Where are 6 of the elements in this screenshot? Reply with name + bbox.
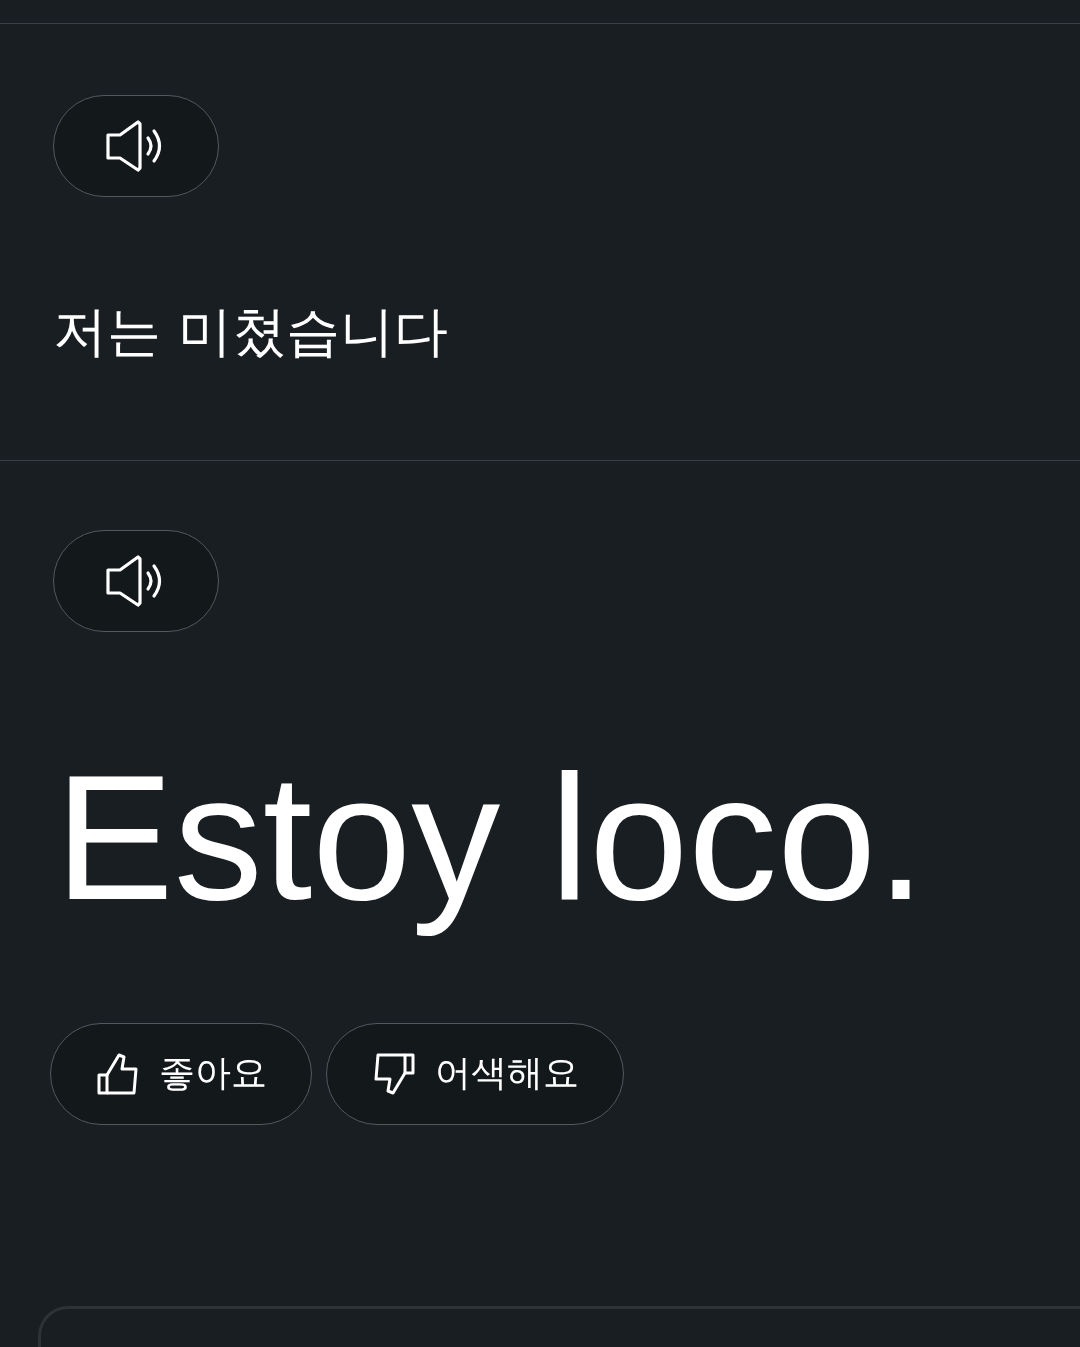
thumbs-down-icon (373, 1052, 415, 1095)
thumbs-up-icon (97, 1052, 139, 1095)
source-text: 저는 미쳤습니다 (53, 299, 449, 365)
translation-text: Estoy loco. (55, 737, 927, 939)
like-button[interactable]: 좋아요 (50, 1022, 312, 1125)
dislike-button[interactable]: 어색해요 (326, 1022, 624, 1125)
